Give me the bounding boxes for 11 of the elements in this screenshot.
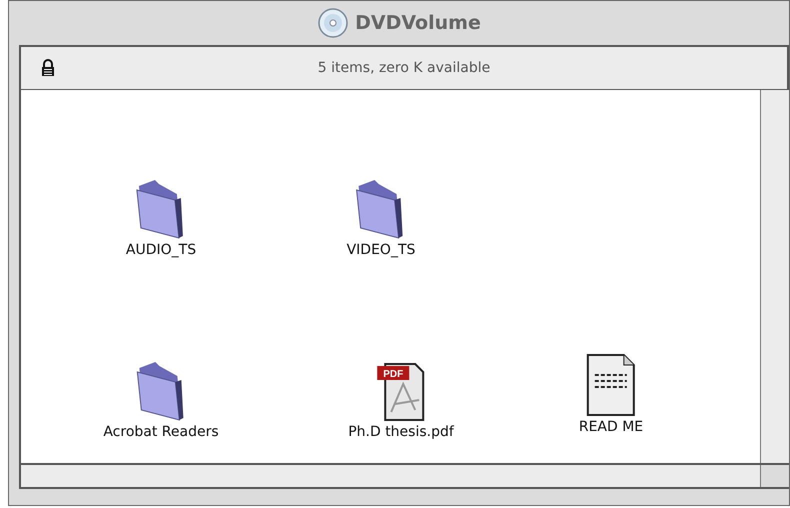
file-name[interactable]: READ ME xyxy=(578,419,644,435)
disc-icon xyxy=(317,7,350,39)
status-text: 5 items, zero K available xyxy=(318,60,490,76)
vertical-scrollbar[interactable] xyxy=(760,90,789,463)
file-name[interactable]: AUDIO_TS xyxy=(126,242,196,258)
file-name[interactable]: VIDEO_TS xyxy=(346,242,416,258)
horizontal-scrollbar[interactable] xyxy=(21,465,760,487)
window-title: DVDVolume xyxy=(355,12,481,34)
file-name[interactable]: Ph.D thesis.pdf xyxy=(348,424,454,440)
file-name[interactable]: Acrobat Readers xyxy=(103,424,219,440)
text-document-icon[interactable] xyxy=(586,353,636,417)
